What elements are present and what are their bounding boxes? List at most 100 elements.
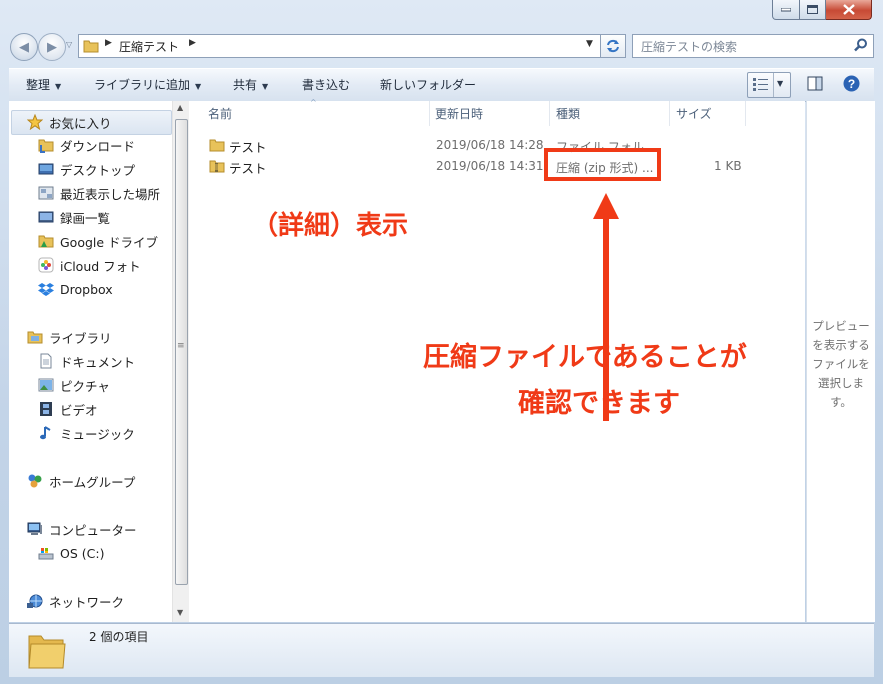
share-menu[interactable]: 共有 ▼	[233, 76, 268, 93]
change-view-button[interactable]: ▼	[747, 72, 791, 98]
folder-large-icon	[28, 635, 66, 669]
sort-ascending-icon: ^	[310, 98, 317, 107]
sidebar-label: OS (C:)	[60, 545, 105, 561]
recordings-icon	[38, 211, 54, 223]
sidebar-item-icloud-photos[interactable]: iCloud フォト	[38, 254, 141, 276]
new-folder-label: 新しいフォルダー	[380, 78, 477, 92]
help-button[interactable]: ?	[843, 75, 860, 95]
sidebar-label: ピクチャ	[60, 378, 110, 394]
sidebar-item-downloads[interactable]: ダウンロード	[38, 134, 135, 156]
download-folder-icon	[38, 139, 54, 153]
view-annotation-label: （詳細）表示	[252, 211, 409, 241]
sidebar-item-network[interactable]: ネットワーク	[27, 590, 124, 612]
dropbox-icon	[38, 283, 54, 296]
caption-buttons	[772, 0, 872, 20]
navigation-pane: お気に入り ダウンロード デスクトップ 最近表示した場所 録画一覧 Google…	[9, 101, 172, 622]
chevron-down-icon: ▼	[262, 82, 269, 91]
sidebar-label-favorites: お気に入り	[49, 115, 112, 131]
icloud-photos-icon	[38, 257, 54, 273]
sidebar-label: ミュージック	[60, 426, 135, 442]
sidebar-item-dropbox[interactable]: Dropbox	[38, 278, 113, 300]
sidebar-label: iCloud フォト	[60, 258, 141, 274]
details-view-icon	[753, 78, 768, 91]
desktop-icon	[38, 163, 54, 175]
navigation-scrollbar[interactable]: ▲ ≡ ▼	[172, 101, 189, 622]
sidebar-item-favorites[interactable]: お気に入り	[27, 111, 112, 133]
file-list-pane: ^ 名前 更新日時 種類 サイズ テスト 2019/06/18 14:28 ファ…	[189, 98, 805, 622]
file-row[interactable]: テスト 2019/06/18 14:31 圧縮 (zip 形式) ... 1 K…	[205, 156, 745, 176]
sidebar-label: Dropbox	[60, 281, 113, 297]
column-divider[interactable]	[429, 101, 430, 126]
library-icon	[27, 331, 43, 344]
sidebar-label-homegroup: ホームグループ	[49, 474, 136, 490]
column-header-type[interactable]: 種類	[556, 105, 580, 122]
burn-button[interactable]: 書き込む	[302, 76, 350, 93]
close-icon	[842, 4, 855, 15]
sidebar-label-computer: コンピューター	[49, 522, 137, 538]
help-icon: ?	[843, 75, 860, 92]
address-history-dropdown-icon[interactable]: ▼	[586, 39, 593, 49]
breadcrumb-chevron-icon[interactable]: ▶	[105, 38, 112, 48]
sidebar-item-os-drive[interactable]: OS (C:)	[38, 542, 104, 564]
minimize-icon	[781, 7, 791, 11]
search-icon[interactable]	[854, 38, 868, 52]
add-to-library-menu[interactable]: ライブラリに追加 ▼	[94, 76, 201, 93]
column-divider[interactable]	[745, 101, 746, 126]
homegroup-icon	[28, 474, 42, 488]
computer-icon	[27, 522, 42, 535]
minimize-button[interactable]	[772, 0, 800, 20]
view-dropdown-icon[interactable]: ▼	[777, 79, 783, 88]
recent-pages-dropdown[interactable]: ▽	[66, 40, 72, 49]
refresh-button[interactable]	[601, 34, 626, 58]
column-divider[interactable]	[549, 101, 550, 126]
sidebar-label: 最近表示した場所	[60, 186, 161, 202]
maximize-button[interactable]	[800, 0, 826, 20]
scroll-down-icon[interactable]: ▼	[177, 608, 183, 617]
sidebar-item-videos[interactable]: ビデオ	[38, 398, 98, 420]
sidebar-item-libraries[interactable]: ライブラリ	[27, 326, 112, 348]
sidebar-label: ビデオ	[60, 402, 98, 418]
search-input[interactable]: 圧縮テストの検索	[632, 34, 874, 58]
column-divider[interactable]	[669, 101, 670, 126]
column-header-name[interactable]: 名前	[208, 105, 232, 122]
sidebar-label: ドキュメント	[60, 354, 136, 370]
back-button[interactable]: ◀	[10, 33, 38, 61]
file-modified: 2019/06/18 14:28	[436, 138, 544, 152]
highlight-box	[544, 148, 661, 181]
file-size: 1 KB	[714, 159, 742, 173]
sidebar-item-music[interactable]: ミュージック	[38, 422, 135, 444]
sidebar-item-homegroup[interactable]: ホームグループ	[27, 470, 135, 492]
sidebar-item-computer[interactable]: コンピューター	[27, 518, 137, 540]
sidebar-item-desktop[interactable]: デスクトップ	[38, 158, 135, 180]
sidebar-item-pictures[interactable]: ピクチャ	[38, 374, 110, 396]
callout-line-1: 圧縮ファイルであることが	[423, 342, 747, 373]
breadcrumb-segment[interactable]: 圧縮テスト	[119, 38, 179, 55]
forward-button[interactable]: ▶	[38, 33, 66, 61]
sidebar-item-recordings[interactable]: 録画一覧	[38, 206, 110, 228]
close-button[interactable]	[826, 0, 872, 20]
preview-pane: プレビューを表示するファイルを選択します。	[806, 101, 875, 622]
sidebar-label: 録画一覧	[60, 210, 111, 226]
folder-icon	[83, 40, 99, 53]
preview-pane-button[interactable]	[807, 76, 823, 95]
address-bar[interactable]: ▶ 圧縮テスト ▶ ▼	[78, 34, 601, 58]
column-header-size[interactable]: サイズ	[676, 105, 712, 122]
breadcrumb-chevron-icon[interactable]: ▶	[189, 38, 196, 48]
scroll-up-icon[interactable]: ▲	[177, 103, 183, 112]
star-icon	[27, 114, 43, 130]
preview-message: プレビューを表示するファイルを選択します。	[812, 319, 870, 409]
share-label: 共有	[233, 78, 258, 92]
sidebar-item-google-drive[interactable]: Google ドライブ	[38, 230, 158, 252]
search-placeholder: 圧縮テストの検索	[641, 40, 738, 54]
organize-menu[interactable]: 整理 ▼	[26, 76, 61, 93]
scrollbar-thumb[interactable]: ≡	[175, 119, 188, 585]
chevron-down-icon: ▼	[195, 82, 202, 91]
sidebar-item-documents[interactable]: ドキュメント	[38, 350, 135, 372]
new-folder-button[interactable]: 新しいフォルダー	[380, 76, 476, 93]
file-name: テスト	[229, 161, 267, 176]
sidebar-label: Google ドライブ	[60, 234, 159, 250]
sidebar-item-recent-places[interactable]: 最近表示した場所	[38, 182, 160, 204]
file-row[interactable]: テスト 2019/06/18 14:28 ファイル フォル	[205, 135, 745, 155]
refresh-icon	[607, 39, 619, 53]
column-header-modified[interactable]: 更新日時	[435, 105, 483, 122]
